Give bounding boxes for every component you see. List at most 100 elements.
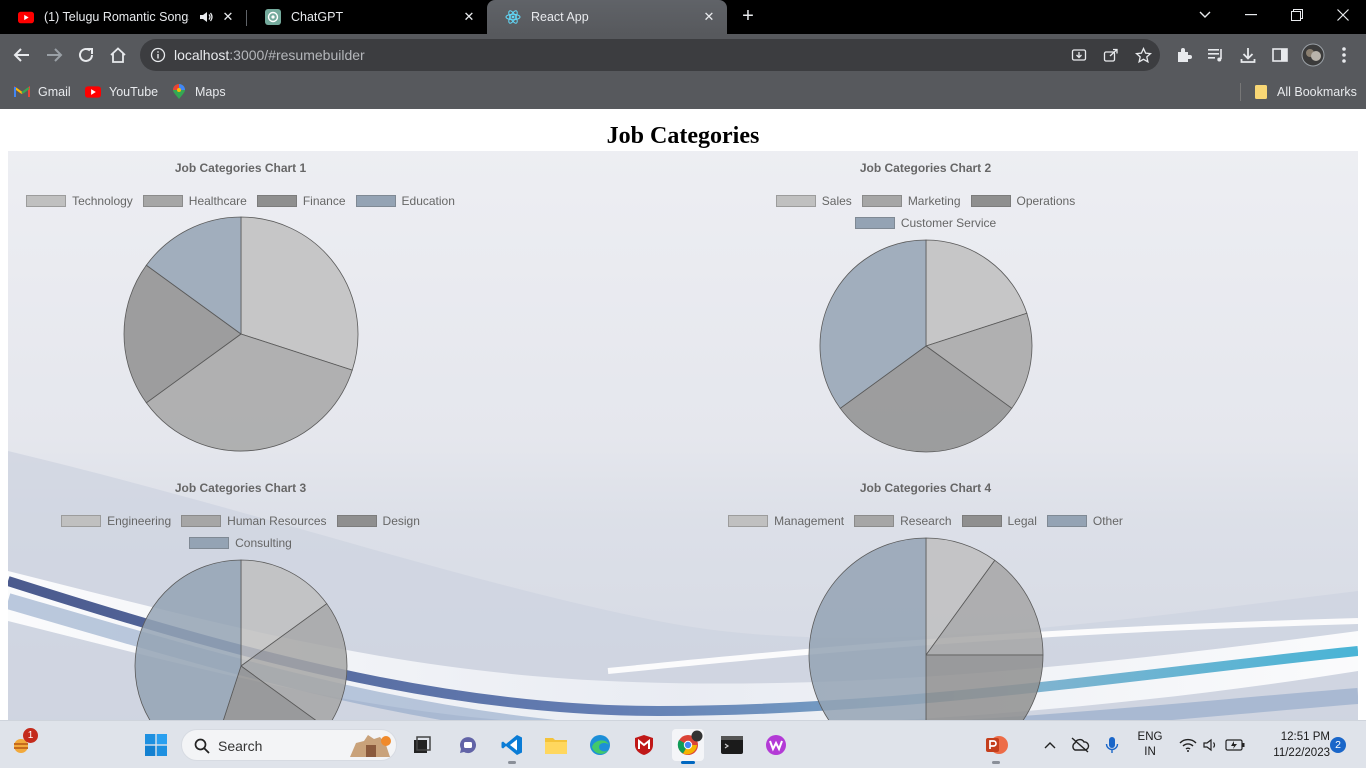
divider [1240, 83, 1241, 101]
widgets-button[interactable]: 1 [6, 728, 38, 761]
legend-swatch [728, 515, 769, 527]
site-info-icon[interactable] [150, 47, 166, 68]
extensions-icon[interactable] [1174, 45, 1194, 65]
legend-item[interactable]: Finance [256, 194, 346, 208]
chart-legend-row-2: Customer Service [693, 216, 1158, 230]
chart-legend: Technology Healthcare Finance Education [8, 194, 473, 208]
pie-slice-consulting[interactable] [134, 559, 242, 720]
start-button[interactable] [140, 729, 172, 761]
show-hidden-icons-button[interactable] [1034, 729, 1066, 761]
minimize-button[interactable] [1228, 0, 1274, 30]
onedrive-button[interactable] [1064, 729, 1096, 761]
media-control-icon[interactable] [1206, 45, 1226, 65]
install-app-icon[interactable] [1070, 46, 1088, 64]
clock[interactable]: 12:51 PM 11/22/2023 [1254, 729, 1330, 761]
forward-button[interactable] [41, 42, 67, 68]
notification-center-badge[interactable]: 2 [1330, 737, 1346, 753]
downloads-icon[interactable] [1238, 45, 1258, 65]
close-tab-icon[interactable]: ✕ [461, 9, 477, 25]
legend-item[interactable]: Healthcare [142, 194, 247, 208]
task-view-button[interactable] [406, 729, 438, 761]
legend-label: Education [401, 194, 455, 208]
bookmark-youtube[interactable]: YouTube [85, 82, 158, 102]
bookmark-label: Gmail [38, 85, 71, 99]
pie-slice-legal[interactable] [925, 654, 1044, 720]
arrow-right-icon [47, 48, 63, 62]
file-explorer-button[interactable] [540, 729, 572, 761]
tab-search-button[interactable] [1182, 0, 1228, 30]
powerpoint-icon [986, 736, 1008, 754]
restore-button[interactable] [1274, 0, 1320, 30]
notification-count-badge: 1 [23, 728, 38, 743]
profile-badge-icon [691, 730, 703, 742]
edge-icon [590, 735, 610, 755]
folder-icon [1253, 84, 1269, 100]
chrome-button[interactable] [672, 729, 704, 764]
legend-item[interactable]: Human Resources [181, 514, 327, 528]
reload-button[interactable] [73, 42, 99, 68]
chevron-up-icon [1044, 742, 1056, 749]
chart-title: Job Categories Chart 4 [859, 481, 992, 495]
pie-slice-other[interactable] [808, 537, 927, 720]
share-icon[interactable] [1102, 46, 1120, 64]
legend-item[interactable]: Education [355, 194, 455, 208]
home-button[interactable] [105, 42, 131, 68]
powerpoint-button[interactable] [980, 729, 1012, 764]
new-tab-button[interactable]: + [736, 6, 760, 28]
legend-item[interactable]: Management [728, 514, 844, 528]
bookmarks-bar: Gmail YouTube Maps All Bookmarks [0, 76, 1366, 109]
tab-chatgpt[interactable]: ChatGPT ✕ [247, 0, 487, 34]
legend-item[interactable]: Sales [775, 194, 852, 208]
legend-swatch [854, 217, 895, 229]
legend-item[interactable]: Design [336, 514, 420, 528]
chrome-menu-icon[interactable] [1334, 45, 1354, 65]
volume-icon [1203, 738, 1216, 752]
legend-item[interactable]: Technology [26, 194, 133, 208]
teams-chat-button[interactable] [452, 729, 484, 761]
microphone-button[interactable] [1096, 729, 1128, 761]
wps-office-button[interactable] [760, 729, 792, 761]
quick-settings-button[interactable] [1172, 729, 1252, 761]
edge-button[interactable] [584, 729, 616, 761]
url-text[interactable]: localhost:3000/#resumebuilder [174, 47, 365, 63]
vscode-button[interactable] [496, 729, 528, 764]
close-window-button[interactable] [1320, 0, 1366, 30]
back-button[interactable] [9, 42, 35, 68]
close-tab-icon[interactable]: ✕ [701, 9, 717, 25]
profile-avatar[interactable] [1301, 43, 1325, 67]
windows-logo-icon [145, 734, 167, 756]
tab-strip: (1) Telugu Romantic Songs | ✕ ChatGPT ✕ … [0, 0, 1366, 34]
legend-item[interactable]: Engineering [61, 514, 171, 528]
chart-2: Job Categories Chart 2 Sales Marketing O… [693, 151, 1158, 471]
legend-label: Design [382, 514, 420, 528]
taskbar-search[interactable]: Search [181, 729, 397, 761]
legend-item[interactable]: Legal [961, 514, 1037, 528]
terminal-button[interactable] [716, 729, 748, 761]
tab-react-app[interactable]: React App ✕ [487, 0, 727, 34]
audio-playing-icon[interactable] [198, 9, 214, 25]
tab-youtube[interactable]: (1) Telugu Romantic Songs | ✕ [0, 0, 246, 34]
close-tab-icon[interactable]: ✕ [220, 9, 236, 25]
bookmark-star-icon[interactable] [1134, 46, 1152, 64]
legend-swatch [970, 195, 1011, 207]
bookmark-label: Maps [195, 85, 226, 99]
legend-item[interactable]: Operations [970, 194, 1075, 208]
legend-item[interactable]: Customer Service [854, 216, 996, 230]
chart-legend-row-2: Consulting [8, 536, 473, 550]
legend-item[interactable]: Other [1046, 514, 1123, 528]
legend-item[interactable]: Research [854, 514, 952, 528]
mcafee-button[interactable] [628, 729, 660, 761]
legend-item[interactable]: Consulting [189, 536, 292, 550]
bookmark-gmail[interactable]: Gmail [14, 82, 71, 102]
page-title: Job Categories [606, 123, 760, 149]
reload-icon [79, 47, 93, 62]
pie-chart [134, 559, 348, 720]
bookmark-maps[interactable]: Maps [171, 82, 226, 102]
legend-label: Technology [72, 194, 133, 208]
all-bookmarks-button[interactable]: All Bookmarks [1240, 82, 1365, 102]
side-panel-icon[interactable] [1270, 45, 1290, 65]
language-indicator[interactable]: ENG IN [1130, 730, 1170, 760]
address-bar[interactable]: localhost:3000/#resumebuilder [140, 39, 1160, 71]
legend-item[interactable]: Marketing [861, 194, 961, 208]
chevron-down-icon [1199, 11, 1211, 18]
